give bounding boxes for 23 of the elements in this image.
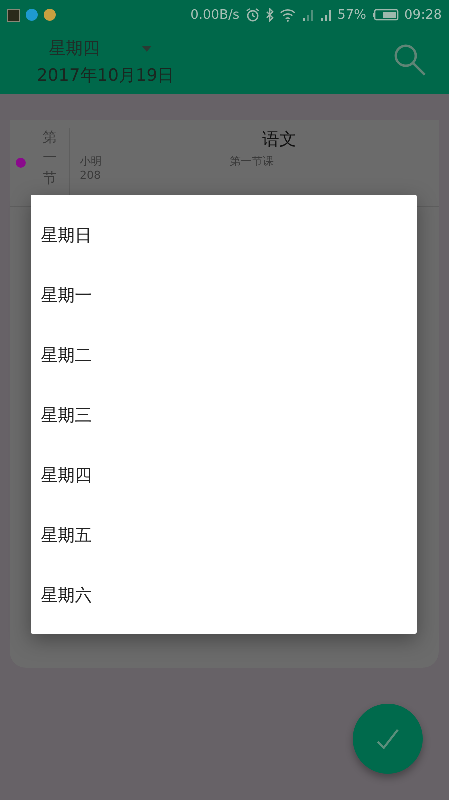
date-label: 2017年10月19日 [37,65,175,87]
weekday-option[interactable]: 星期六 [31,566,417,626]
weekday-option[interactable]: 星期日 [31,206,417,266]
weekday-option[interactable]: 星期一 [31,266,417,326]
alarm-icon [246,8,260,22]
search-icon[interactable] [393,43,427,77]
weekday-option[interactable]: 星期三 [31,386,417,446]
clock: 09:28 [404,8,442,22]
battery-percent: 57% [338,8,367,22]
weekday-option[interactable]: 星期五 [31,506,417,566]
signal-icon [320,9,332,21]
notification-icon [44,9,56,21]
subject-title: 语文 [262,129,296,151]
dropdown-icon[interactable] [142,46,152,52]
weekday-option[interactable]: 星期四 [31,446,417,506]
bluetooth-icon [266,8,274,22]
signal-icon [302,9,314,21]
battery-icon [372,9,399,21]
weekday-option[interactable]: 星期二 [31,326,417,386]
notification-icon [26,9,38,21]
notification-icon [7,8,20,22]
wifi-icon [280,8,296,22]
network-speed: 0.00B/s [190,8,240,22]
